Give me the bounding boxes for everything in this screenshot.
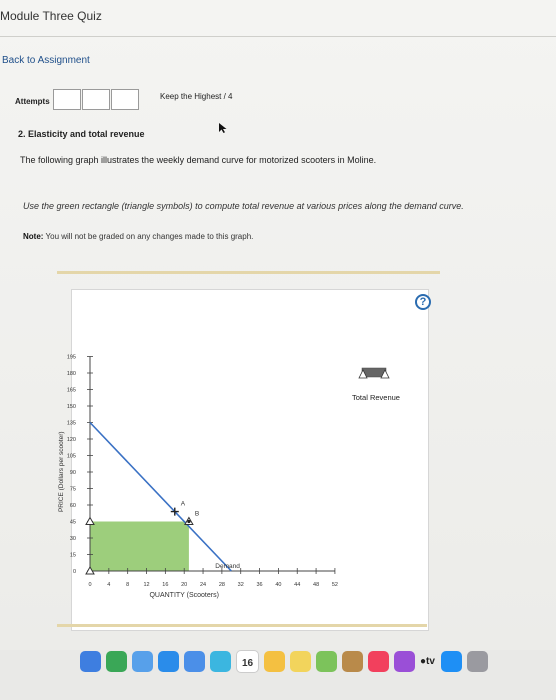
triangle-handle <box>85 516 95 525</box>
x-tick-label: 8 <box>126 582 129 588</box>
x-tick-label: 44 <box>294 582 300 588</box>
x-tick-label: 24 <box>200 582 206 588</box>
y-tick-label: 135 <box>67 421 76 427</box>
y-tick-label: 90 <box>70 470 76 476</box>
game-icon[interactable] <box>316 650 337 672</box>
y-tick-label: 195 <box>67 355 76 361</box>
finder-icon[interactable] <box>132 650 153 672</box>
settings-icon[interactable] <box>466 650 488 672</box>
safari-icon[interactable] <box>158 650 179 672</box>
x-tick-label: 32 <box>238 582 244 588</box>
x-tick-label: 40 <box>275 582 281 588</box>
x-tick-label: 52 <box>332 582 338 588</box>
demand-label: Demand <box>215 563 240 570</box>
demand-chart: 01530456075901051201351501651801950 4 8 12 1… <box>58 355 400 600</box>
appstore-icon[interactable] <box>440 650 462 672</box>
y-tick-label: 105 <box>67 454 76 460</box>
y-axis-label: PRICE (Dollars per scooter) <box>58 431 65 512</box>
podcast-icon[interactable] <box>394 650 415 672</box>
y-tick-label: 165 <box>67 388 76 394</box>
x-tick-label: 28 <box>219 582 225 588</box>
divider <box>57 624 427 627</box>
x-tick-label: 16 <box>162 582 168 588</box>
music-icon[interactable] <box>368 650 389 672</box>
chrome-icon[interactable] <box>106 650 127 672</box>
mail-icon[interactable] <box>184 650 205 672</box>
dock: 16 ●tv <box>80 646 556 676</box>
y-tick-label: 120 <box>67 437 76 443</box>
x-tick-label: 48 <box>313 582 319 588</box>
notepad-icon[interactable] <box>290 650 311 672</box>
notes-icon[interactable] <box>210 650 231 672</box>
calendar-icon[interactable]: 16 <box>236 649 259 673</box>
tv-icon[interactable]: ●tv <box>420 656 435 667</box>
x-axis-label: QUANTITY (Scooters) <box>149 592 219 599</box>
x-tick-label: 12 <box>143 582 149 588</box>
point-label: B <box>195 511 199 518</box>
x-tick-label: 4 <box>107 582 110 588</box>
point-marker <box>187 519 191 524</box>
y-tick-label: 30 <box>70 536 76 542</box>
y-tick-label: 60 <box>70 503 76 509</box>
point-label: A <box>181 501 186 508</box>
y-tick-label: 150 <box>67 404 76 410</box>
y-tick-label: 0 <box>73 569 76 575</box>
y-tick-label: 75 <box>70 487 76 493</box>
x-tick-label: 36 <box>256 582 262 588</box>
preview-icon[interactable] <box>342 650 363 672</box>
revenue-rectangle <box>90 521 189 571</box>
y-tick-label: 15 <box>70 553 76 559</box>
y-tick-label: 180 <box>67 371 76 377</box>
y-tick-label: 45 <box>70 520 76 526</box>
facetime-icon[interactable] <box>80 650 101 672</box>
x-tick-label: 0 <box>88 582 91 588</box>
legend-label: Total Revenue <box>352 393 400 402</box>
photos-icon[interactable] <box>264 650 285 672</box>
calendar-day: 16 <box>241 657 254 669</box>
x-tick-label: 20 <box>181 582 187 588</box>
